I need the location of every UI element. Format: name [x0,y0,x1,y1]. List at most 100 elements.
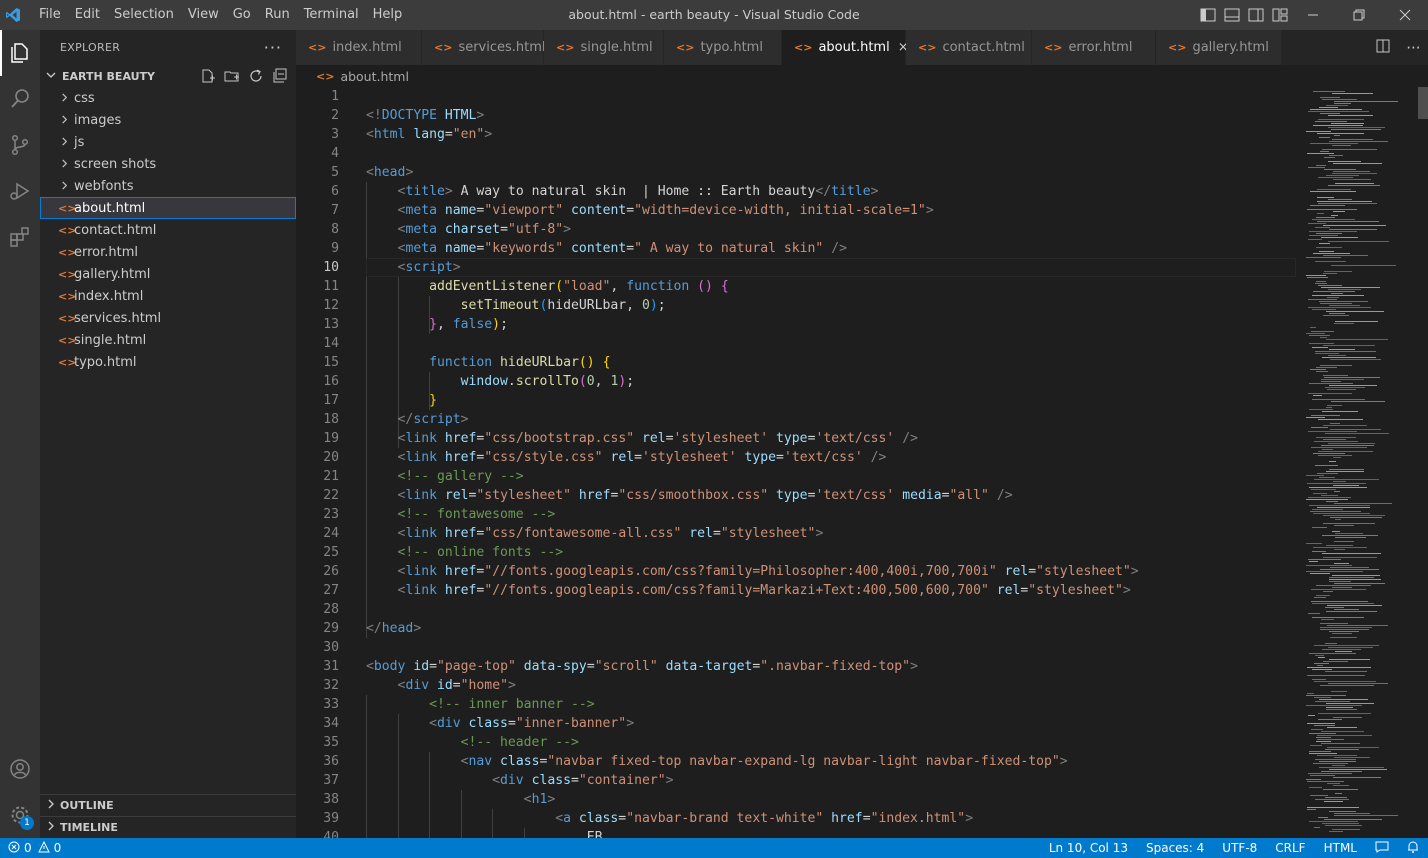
scrollbar-thumb[interactable] [1418,87,1428,119]
code-line[interactable]: 30 [296,638,1296,657]
restore-icon[interactable] [1336,0,1382,30]
search-icon[interactable] [0,76,40,122]
language-mode[interactable]: HTML [1315,841,1366,855]
file-item[interactable]: <> single.html [40,329,296,351]
menu-edit[interactable]: Edit [68,0,107,30]
code-line[interactable]: 12 setTimeout(hideURLbar, 0); [296,296,1296,315]
code-line[interactable]: 7 <meta name="viewport" content="width=d… [296,201,1296,220]
minimap[interactable] [1296,87,1428,838]
run-debug-icon[interactable] [0,168,40,214]
tab-index[interactable]: <> index.html [296,30,422,65]
code-line[interactable]: 34 <div class="inner-banner"> [296,714,1296,733]
code-line[interactable]: 8 <meta charset="utf-8"> [296,220,1296,239]
code-line[interactable]: 17 } [296,391,1296,410]
source-control-icon[interactable] [0,122,40,168]
menu-terminal[interactable]: Terminal [297,0,366,30]
code-line[interactable]: 22 <link rel="stylesheet" href="css/smoo… [296,486,1296,505]
code-line[interactable]: 28 [296,600,1296,619]
folder-item[interactable]: webfonts [40,175,296,197]
toggle-secondary-sidebar-icon[interactable] [1248,8,1264,22]
code-line[interactable]: 35 <!-- header --> [296,733,1296,752]
code-line[interactable]: 10 <script> [296,258,1296,277]
code-line[interactable]: 18 </script> [296,410,1296,429]
tab-about[interactable]: <> about.html × [782,30,909,65]
code-line[interactable]: 29 </head> [296,619,1296,638]
file-item[interactable]: <> index.html [40,285,296,307]
new-file-icon[interactable] [200,68,216,84]
code-line[interactable]: 24 <link href="css/fontawesome-all.css" … [296,524,1296,543]
file-item[interactable]: <> error.html [40,241,296,263]
file-item[interactable]: <> gallery.html [40,263,296,285]
new-folder-icon[interactable] [224,68,240,84]
code-line[interactable]: 13 }, false); [296,315,1296,334]
folder-item[interactable]: js [40,131,296,153]
feedback-icon[interactable] [1366,841,1398,856]
code-line[interactable]: 6 <title> A way to natural skin | Home :… [296,182,1296,201]
manage-gear-icon[interactable]: 1 [0,792,40,838]
code-line[interactable]: 33 <!-- inner banner --> [296,695,1296,714]
menu-run[interactable]: Run [258,0,297,30]
file-item[interactable]: <> services.html [40,307,296,329]
tab-services[interactable]: <> services.html [422,30,546,65]
code-line[interactable]: 19 <link href="css/bootstrap.css" rel='s… [296,429,1296,448]
code-line[interactable]: 25 <!-- online fonts --> [296,543,1296,562]
menu-help[interactable]: Help [366,0,410,30]
code-line[interactable]: 27 <link href="//fonts.googleapis.com/cs… [296,581,1296,600]
indentation[interactable]: Spaces: 4 [1137,841,1213,855]
code-line[interactable]: 26 <link href="//fonts.googleapis.com/cs… [296,562,1296,581]
workspace-folder[interactable]: EARTH BEAUTY [40,65,296,87]
menu-view[interactable]: View [181,0,226,30]
end-of-line[interactable]: CRLF [1266,841,1314,855]
menu-go[interactable]: Go [226,0,258,30]
code-line[interactable]: 4 [296,144,1296,163]
encoding[interactable]: UTF-8 [1213,841,1266,855]
code-line[interactable]: 3 <html lang="en"> [296,125,1296,144]
split-editor-icon[interactable] [1375,38,1391,58]
tab-typo[interactable]: <> typo.html [664,30,782,65]
code-line[interactable]: 14 [296,334,1296,353]
tab-contact[interactable]: <> contact.html [906,30,1032,65]
close-icon[interactable] [1382,0,1428,30]
code-line[interactable]: 11 addEventListener("load", function () … [296,277,1296,296]
code-line[interactable]: 32 <div id="home"> [296,676,1296,695]
extensions-icon[interactable] [0,214,40,260]
code-editor[interactable]: 1 2 <!DOCTYPE HTML> 3 <html lang="en"> 4 5 <hea… [296,87,1296,838]
tab-single[interactable]: <> single.html [544,30,664,65]
tab-gallery[interactable]: <> gallery.html [1156,30,1282,65]
collapse-all-icon[interactable] [272,68,288,84]
code-line[interactable]: 16 window.scrollTo(0, 1); [296,372,1296,391]
toggle-primary-sidebar-icon[interactable] [1200,8,1216,22]
code-line[interactable]: 1 [296,87,1296,106]
folder-item[interactable]: css [40,87,296,109]
code-line[interactable]: 38 <h1> [296,790,1296,809]
vscode-logo-icon[interactable] [2,0,24,30]
code-line[interactable]: 15 function hideURLbar() { [296,353,1296,372]
file-item[interactable]: <> typo.html [40,351,296,373]
folder-item[interactable]: screen shots [40,153,296,175]
timeline-section[interactable]: TIMELINE [40,816,296,838]
code-line[interactable]: 23 <!-- fontawesome --> [296,505,1296,524]
toggle-panel-icon[interactable] [1224,8,1240,22]
folder-item[interactable]: images [40,109,296,131]
menu-selection[interactable]: Selection [107,0,181,30]
tab-error[interactable]: <> error.html [1032,30,1156,65]
more-actions-icon[interactable]: ··· [264,38,282,57]
minimize-icon[interactable] [1290,0,1336,30]
more-actions-icon[interactable]: ··· [1406,39,1420,57]
code-line[interactable]: 20 <link href="css/style.css" rel='style… [296,448,1296,467]
notifications-bell-icon[interactable] [1398,840,1428,856]
cursor-position[interactable]: Ln 10, Col 13 [1040,841,1137,855]
code-line[interactable]: 40 EB [296,828,1296,838]
menu-file[interactable]: File [32,0,68,30]
code-line[interactable]: 9 <meta name="keywords" content=" A way … [296,239,1296,258]
file-item[interactable]: <> about.html [40,197,296,219]
breadcrumb[interactable]: <> about.html [296,65,1428,87]
outline-section[interactable]: OUTLINE [40,794,296,816]
accounts-icon[interactable] [0,746,40,792]
customize-layout-icon[interactable] [1272,8,1288,22]
explorer-icon[interactable] [0,30,40,76]
code-line[interactable]: 39 <a class="navbar-brand text-white" hr… [296,809,1296,828]
code-line[interactable]: 31 <body id="page-top" data-spy="scroll" … [296,657,1296,676]
problems-indicator[interactable]: 0 0 [0,840,61,856]
file-item[interactable]: <> contact.html [40,219,296,241]
